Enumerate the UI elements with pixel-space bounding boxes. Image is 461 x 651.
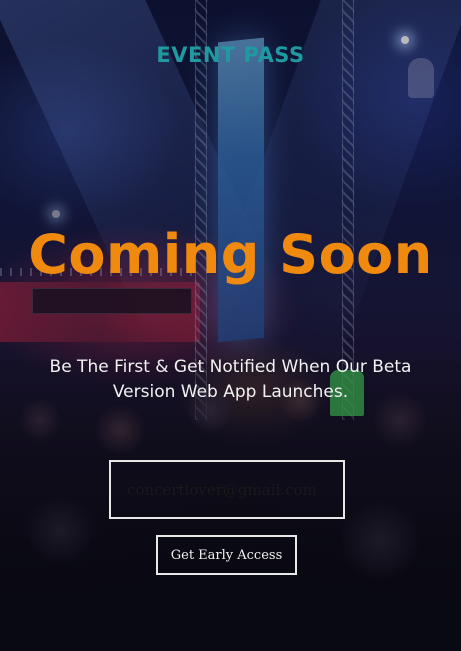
email-field[interactable]: [109, 460, 345, 519]
hero-content: EVENT PASS Coming Soon Be The First & Ge…: [0, 0, 461, 651]
page-title: Coming Soon: [28, 223, 433, 286]
get-early-access-button[interactable]: Get Early Access: [156, 535, 297, 575]
coming-soon-page: EVENT PASS Coming Soon Be The First & Ge…: [0, 0, 461, 651]
brand-logo-text[interactable]: EVENT PASS: [0, 43, 461, 67]
hero-tagline: Be The First & Get Notified When Our Bet…: [49, 357, 412, 402]
